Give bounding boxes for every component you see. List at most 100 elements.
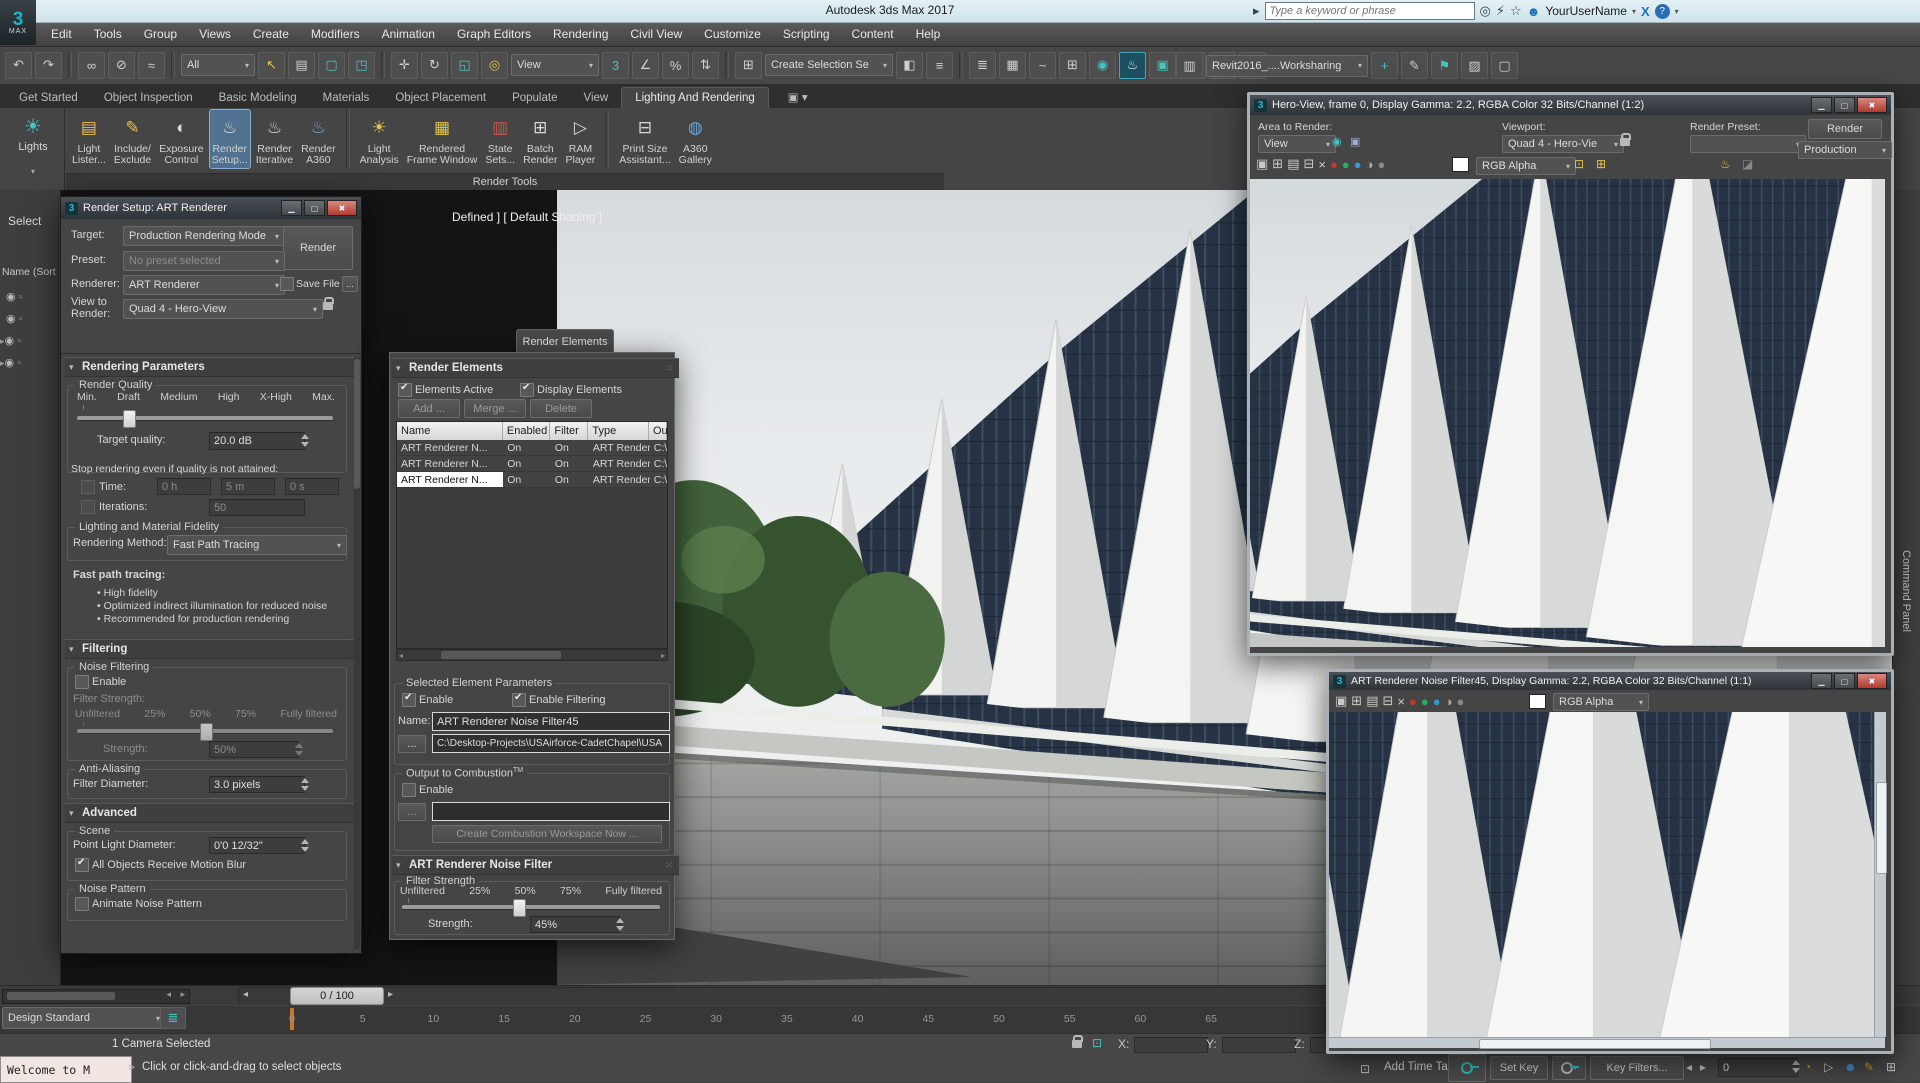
background-swatch[interactable] [1529,694,1546,709]
iterations-checkbox[interactable] [81,500,95,514]
select-by-name-icon[interactable]: ▤ [288,51,315,79]
time-field-2[interactable]: 0 s [285,478,339,495]
asset-library-icon[interactable]: ▥ [1176,52,1203,79]
combustion-enable-checkbox[interactable] [402,783,416,797]
dropdown-named-selection-dropdown[interactable]: Create Selection Se ▾ [765,54,893,76]
people-icon[interactable]: ☻ [1844,1060,1857,1074]
menu-civil-view[interactable]: Civil View [619,23,693,45]
spinner-up-icon[interactable] [615,918,624,923]
user-icon[interactable]: ☻ [1527,4,1541,19]
ribbon-tab-object-inspection[interactable]: Object Inspection [91,88,206,108]
alpha-channel-icon[interactable]: ● [1377,157,1385,172]
frame-tick-20[interactable]: 20 [569,1013,581,1025]
select-object-icon[interactable]: ↖ [258,51,285,79]
noise-strength-slider-thumb[interactable] [513,899,527,917]
time-checkbox[interactable] [81,480,95,494]
animate-noise-checkbox[interactable] [75,897,89,911]
red-channel-icon[interactable]: ● [1409,694,1417,709]
frame-tick-35[interactable]: 35 [781,1013,793,1025]
dropdown-asset-tracking-dropdown[interactable]: Revit2016_....Worksharing ▾ [1206,54,1368,77]
eye-icon[interactable]: ◉ [5,335,15,347]
edit-named-selection-icon[interactable]: ⊞ [735,51,762,79]
channel-dropdown[interactable]: RGB Alpha ▾ [1553,693,1649,711]
target-quality-field[interactable]: 20.0 dB [209,432,305,450]
explorer-row[interactable]: ◉ ▫ [6,312,23,325]
explorer-row[interactable]: ▸◉ ▫ [0,334,21,347]
close-button[interactable]: ✖ [1857,97,1887,113]
menu-scripting[interactable]: Scripting [772,23,841,45]
maximize-viewport-toggle-icon[interactable]: ⊞ [1886,1060,1896,1074]
create-combustion-workspace-button[interactable]: Create Combustion Workspace Now ... [432,825,662,843]
strength-field[interactable]: 50% [209,741,299,758]
x-coordinate-field[interactable] [1134,1037,1208,1053]
window-crossing-icon[interactable]: ◳ [348,51,375,79]
time-configuration-icon[interactable]: ◔ [1804,1060,1811,1074]
enable-filtering-checkbox[interactable] [512,693,526,707]
favorites-icon[interactable]: ☆ [1510,3,1522,19]
frame-tick-0[interactable]: 0 [289,1013,295,1025]
render-elements-tab[interactable]: Render Elements [516,329,614,354]
strength-slider-thumb[interactable] [200,723,213,741]
menu-modifiers[interactable]: Modifiers [300,23,371,45]
ribbon-tool-render-setup[interactable]: ♨ Render Setup... [208,109,251,169]
dropdown-reference-coordinate-dropdown[interactable]: View ▾ [511,54,599,76]
absolute-mode-icon[interactable]: ⊡ [1092,1036,1102,1050]
save-image-icon[interactable]: ▣ [1335,693,1347,709]
dialog-scrollbar-thumb[interactable] [354,359,360,489]
ribbon-tool-exposure-control[interactable]: ◐ Exposure Control [157,110,205,168]
ribbon-tab-basic-modeling[interactable]: Basic Modeling [206,88,310,108]
noise-strength-slider[interactable] [402,899,660,917]
help-icon[interactable]: ? [1654,3,1670,19]
ribbon-tool-render-a360[interactable]: ♨ Render A360 [299,110,337,168]
previous-key-icon[interactable]: ◂ [1686,1060,1692,1074]
frame-tick-25[interactable]: 25 [640,1013,652,1025]
scroll-left-icon[interactable]: ◂ [399,651,403,660]
select-place-icon[interactable]: ◎ [481,51,508,79]
material-editor-icon[interactable]: ◉ [1089,51,1116,79]
spinner-up-icon[interactable] [300,778,309,783]
close-button[interactable]: ✖ [1857,673,1887,689]
menu-edit[interactable]: Edit [40,23,83,45]
renderer-dropdown[interactable]: ART Renderer ▾ [123,275,285,295]
selection-lock-icon[interactable] [1072,1035,1083,1048]
point-light-diameter-field[interactable]: 0'0 12/32" [209,837,305,854]
render-setup-icon[interactable]: ♨ [1119,51,1146,79]
time-tag-icon[interactable]: ⊡ [1360,1062,1370,1076]
ribbon-tool-a360-gallery[interactable]: ◍ A360 Gallery [677,110,714,168]
frame-tick-40[interactable]: 40 [852,1013,864,1025]
scene-explorer-name-header[interactable]: Name (Sort [2,266,58,278]
element-name-field[interactable]: ART Renderer Noise Filter45 [432,712,670,731]
panel-expand-icon[interactable]: ▾ [31,167,35,176]
set-key-mode-button[interactable]: Set Key [1490,1056,1548,1080]
ribbon-config-icon[interactable]: ▣ ▾ [775,86,821,108]
scroll-left-icon[interactable]: ◂ [166,989,171,1000]
menu-tools[interactable]: Tools [83,23,133,45]
percent-snap-icon[interactable]: % [662,51,689,79]
ribbon-tool-ram-player[interactable]: ▷ RAM Player [564,110,598,168]
mirror-icon[interactable]: ◧ [896,51,923,79]
ribbon-tool-light-analysis[interactable]: ☀ Light Analysis [358,110,401,168]
minimize-button[interactable]: ▁ [281,200,302,216]
ribbon-tab-populate[interactable]: Populate [499,88,570,108]
background-swatch[interactable] [1452,157,1469,172]
ribbon-tab-view[interactable]: View [570,88,621,108]
render-preset-dropdown[interactable]: ▾ [1690,135,1806,153]
maximize-button[interactable]: ▢ [1834,673,1855,689]
monochrome-channel-icon[interactable]: ◑ [1445,694,1453,709]
filtering-rollout[interactable]: Filtering [65,639,354,659]
display-elements-checkbox[interactable] [520,383,534,397]
ribbon-tab-lighting-and-rendering[interactable]: Lighting And Rendering [621,87,769,108]
snaps-toggle-icon[interactable]: 3 [602,51,629,79]
view-to-render-dropdown[interactable]: Quad 4 - Hero-View ▾ [123,299,323,319]
column-header-filter[interactable]: Filter [550,422,589,440]
art-noise-filter-rollout[interactable]: ART Renderer Noise Filter ⁙ [392,855,679,875]
hero-render-button[interactable]: Render [1808,119,1882,139]
image-hscrollbar[interactable] [1329,1037,1885,1049]
spinner-up-icon[interactable] [294,743,303,748]
add-time-tag[interactable]: Add Time Tag [1384,1061,1454,1073]
noise-enable-checkbox[interactable] [75,675,89,689]
current-frame-field[interactable]: 0 [1718,1058,1798,1077]
clear-image-icon[interactable]: × [1397,694,1405,709]
area-to-render-dropdown[interactable]: View ▾ [1258,135,1336,153]
channel-dropdown[interactable]: RGB Alpha ▾ [1476,157,1576,175]
